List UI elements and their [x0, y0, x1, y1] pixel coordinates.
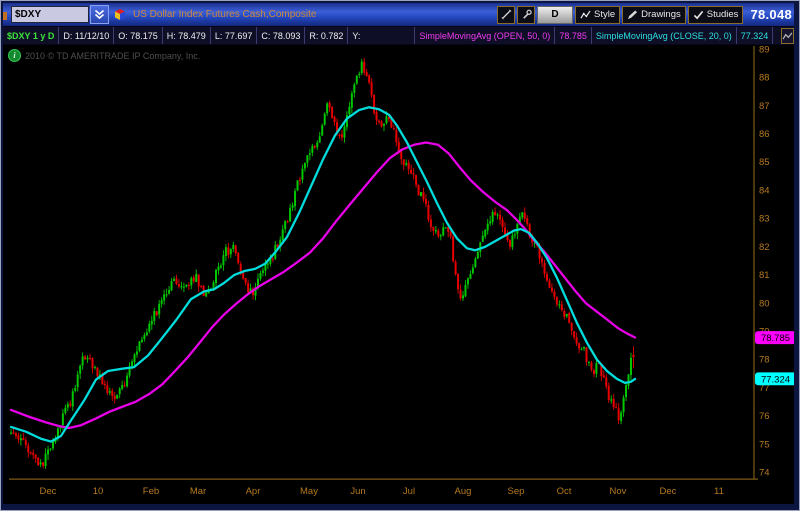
candles: [10, 58, 634, 469]
svg-text:77.324: 77.324: [761, 374, 790, 385]
svg-text:Sep: Sep: [508, 486, 525, 497]
pan-zoom-button[interactable]: [497, 6, 515, 24]
x-axis-labels: Dec 10 Feb Mar Apr May Jun Jul Aug Sep Oct Nov Dec 11: [40, 486, 724, 497]
svg-text:Jul: Jul: [403, 486, 415, 497]
studies-button[interactable]: Studies: [688, 6, 744, 24]
drawings-button[interactable]: Drawings: [622, 6, 686, 24]
chart-mini-toggle-button[interactable]: [781, 28, 794, 44]
wrench-icon: [521, 9, 532, 20]
svg-text:74: 74: [759, 468, 770, 479]
sma-close-value: 77.324: [737, 27, 774, 44]
sma20-close-line: [11, 107, 635, 441]
info-icon[interactable]: i: [8, 49, 21, 62]
svg-text:88: 88: [759, 73, 770, 84]
range-field: R: 0.782: [305, 27, 348, 44]
price-chart[interactable]: 89888786858483828180797877767574Dec10Feb…: [3, 45, 794, 504]
chart-tools-button[interactable]: [517, 6, 535, 24]
open-field: O: 78.175: [114, 27, 163, 44]
svg-text:Dec: Dec: [660, 486, 677, 497]
high-field: H: 78.479: [163, 27, 211, 44]
svg-text:78.785: 78.785: [761, 333, 790, 344]
svg-text:May: May: [300, 486, 318, 497]
mini-chart-icon: [782, 32, 793, 40]
symbol-input[interactable]: [11, 6, 89, 23]
svg-text:Mar: Mar: [190, 486, 206, 497]
studies-button-label: Studies: [707, 9, 739, 20]
copyright-line: i 2010 © TD AMERITRADE IP Company, Inc.: [8, 49, 200, 62]
low-field: L: 77.697: [211, 27, 258, 44]
svg-text:Jun: Jun: [350, 486, 365, 497]
trading-platform-window: US Dollar Index Futures Cash,Composite D: [0, 0, 800, 511]
date-field: D: 11/12/10: [59, 27, 114, 44]
last-price-display: 78.048: [750, 7, 792, 22]
copyright-text: 2010 © TD AMERITRADE IP Company, Inc.: [25, 51, 200, 61]
close-field: C: 78.093: [257, 27, 305, 44]
svg-text:85: 85: [759, 157, 770, 168]
svg-text:Feb: Feb: [143, 486, 159, 497]
chart-region: 89888786858483828180797877767574Dec10Feb…: [3, 45, 794, 504]
svg-text:11: 11: [714, 486, 724, 497]
svg-text:78: 78: [759, 355, 770, 366]
checkmark-icon: [693, 10, 704, 20]
symbol-dropdown-button[interactable]: [90, 5, 109, 24]
style-button-label: Style: [594, 9, 615, 20]
sma-open-label[interactable]: SimpleMovingAvg (OPEN, 50, 0): [415, 27, 555, 44]
sma-close-label[interactable]: SimpleMovingAvg (CLOSE, 20, 0): [592, 27, 737, 44]
svg-text:Dec: Dec: [40, 486, 57, 497]
svg-text:81: 81: [759, 270, 770, 281]
svg-text:80: 80: [759, 298, 770, 309]
svg-text:87: 87: [759, 101, 770, 112]
svg-text:76: 76: [759, 411, 770, 422]
svg-text:75: 75: [759, 439, 770, 450]
symbol-summary: $DXY 1 y D: [3, 27, 59, 44]
svg-text:10: 10: [93, 486, 104, 497]
svg-text:Aug: Aug: [455, 486, 472, 497]
svg-text:Oct: Oct: [557, 486, 572, 497]
sma-open-value: 78.785: [555, 27, 592, 44]
svg-text:89: 89: [759, 45, 770, 55]
svg-text:84: 84: [759, 185, 770, 196]
data-row-spacer: [773, 27, 781, 44]
double-chevron-down-icon: [94, 9, 105, 20]
timeframe-button[interactable]: D: [537, 6, 573, 24]
window-edge-artifact: [3, 12, 7, 20]
y-axis-labels: 89888786858483828180797877767574: [759, 45, 770, 479]
chart-title-bar: US Dollar Index Futures Cash,Composite D: [3, 3, 794, 26]
line-chart-icon: [580, 10, 591, 20]
svg-text:Nov: Nov: [610, 486, 627, 497]
composite-cube-icon: [113, 7, 128, 22]
pencil-icon: [627, 10, 638, 20]
instrument-description: US Dollar Index Futures Cash,Composite: [133, 9, 316, 20]
style-button[interactable]: Style: [575, 6, 620, 24]
svg-text:83: 83: [759, 214, 770, 225]
ohlc-data-row: $DXY 1 y D D: 11/12/10 O: 78.175 H: 78.4…: [3, 26, 794, 45]
y-field: Y:: [348, 27, 415, 44]
drawings-button-label: Drawings: [641, 9, 681, 20]
svg-text:86: 86: [759, 129, 770, 140]
diagonal-arrows-icon: [501, 9, 512, 20]
svg-text:Apr: Apr: [246, 486, 261, 497]
svg-text:82: 82: [759, 242, 770, 253]
